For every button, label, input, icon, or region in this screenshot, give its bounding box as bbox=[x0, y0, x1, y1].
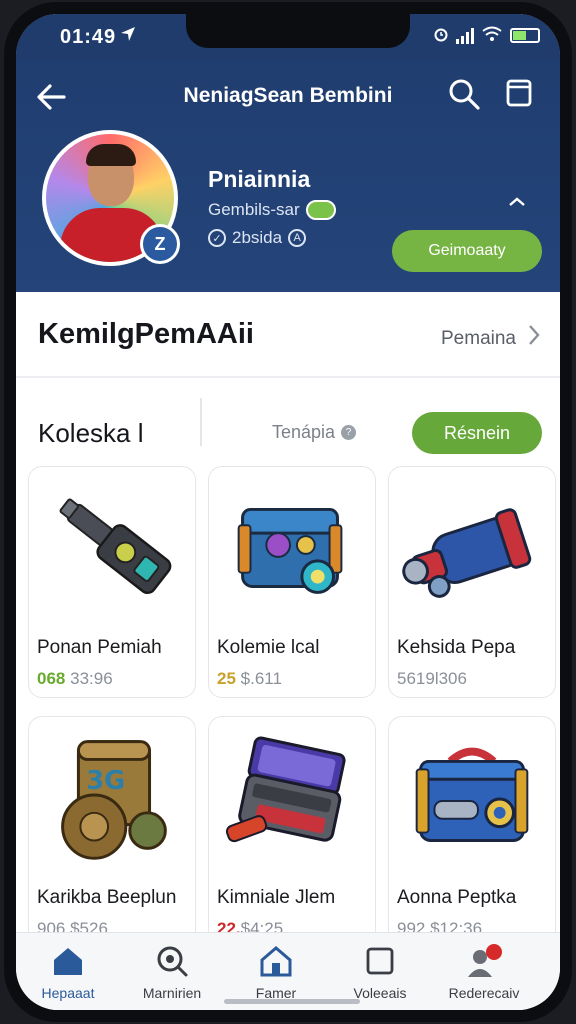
nav-item-home[interactable]: Hepaaat bbox=[16, 941, 120, 1001]
signal-icon bbox=[456, 27, 474, 44]
product-card[interactable]: Aonna Peptka 992 $12:36 bbox=[388, 716, 556, 948]
svg-text:3G: 3G bbox=[86, 766, 125, 796]
product-card[interactable]: 3G Karikba Beeplun 906 $526 bbox=[28, 716, 196, 948]
location-arrow-icon bbox=[120, 26, 136, 47]
profile-subtitle-row: Gembils-sar bbox=[208, 200, 336, 220]
bag-icon[interactable] bbox=[504, 78, 534, 108]
product-name: Aonna Peptka bbox=[397, 887, 517, 908]
price-value: 33:96 bbox=[70, 669, 113, 688]
product-name: Kehsida Pepa bbox=[397, 637, 516, 658]
help-icon: ? bbox=[341, 425, 357, 440]
product-card[interactable]: Kehsida Pepa 5619l306 bbox=[388, 466, 556, 698]
profile-meta: 2bsida bbox=[232, 228, 283, 247]
toolbox-icon bbox=[415, 747, 529, 842]
home-indicator[interactable] bbox=[224, 999, 360, 1004]
profile-meta-row: ✓ 2bsida A bbox=[208, 228, 307, 248]
profile-name: Pniainnia bbox=[208, 166, 311, 192]
product-card[interactable]: Kolemie lcal 25 $.611 bbox=[208, 466, 376, 698]
flashlight-icon bbox=[59, 498, 172, 595]
collection-filter-label: Tenápia bbox=[272, 422, 336, 442]
nav-label: Rederecaiv bbox=[448, 985, 520, 1001]
price-value: 5619l306 bbox=[397, 669, 467, 688]
nav-label: Hepaaat bbox=[41, 985, 95, 1001]
profile-notification-icon bbox=[432, 941, 536, 981]
product-name: Kimniale Jlem bbox=[217, 887, 336, 908]
nav-item-profile[interactable]: Rederecaiv bbox=[432, 941, 536, 1001]
clock-icon: ✓ bbox=[208, 229, 226, 247]
avatar-hair bbox=[86, 144, 136, 166]
profile-subtitle: Gembils-sar bbox=[208, 200, 300, 219]
bottom-nav: Hepaaat Marnirien Famer Voleeais Rederec… bbox=[16, 932, 560, 1010]
square-icon bbox=[328, 941, 432, 981]
home-icon bbox=[16, 941, 120, 981]
product-price: 25 $.611 bbox=[217, 669, 282, 689]
search-icon[interactable] bbox=[446, 76, 482, 112]
follow-button[interactable]: Geimoaaty bbox=[392, 230, 542, 272]
status-icons bbox=[434, 26, 540, 45]
chevron-right-icon bbox=[528, 324, 540, 353]
camera-notch bbox=[186, 14, 410, 48]
chevron-up-icon[interactable] bbox=[508, 194, 526, 212]
product-name: Karikba Beeplun bbox=[37, 887, 177, 908]
product-price: 5619l306 bbox=[397, 669, 467, 689]
product-name: Kolemie lcal bbox=[217, 637, 320, 658]
product-card[interactable]: Kimniale Jlem 22.$4:25 bbox=[208, 716, 376, 948]
nav-item-collection[interactable]: Voleeais bbox=[328, 941, 432, 1001]
chest-icon bbox=[225, 736, 346, 843]
price-highlight: 25 bbox=[217, 669, 236, 688]
house-icon bbox=[224, 941, 328, 981]
status-bar: 01:49 bbox=[16, 14, 560, 60]
badge-icon: A bbox=[288, 229, 307, 247]
price-highlight: 068 bbox=[37, 669, 66, 688]
chest-icon bbox=[237, 507, 343, 594]
collection-title: Koleska l bbox=[38, 418, 144, 448]
section-link-label: Pemaina bbox=[441, 327, 516, 349]
product-card[interactable]: Ponan Pemiah 068 33:96 bbox=[28, 466, 196, 698]
section-title: KemilgPemAAii bbox=[38, 318, 254, 350]
status-dot-icon bbox=[305, 200, 336, 220]
collection-header: Koleska l Tenápia ? Résnein bbox=[16, 378, 560, 464]
alarm-icon bbox=[434, 26, 448, 45]
collection-action-button[interactable]: Résnein bbox=[412, 412, 542, 454]
search-icon bbox=[120, 941, 224, 981]
avatar-badge[interactable]: Z bbox=[140, 224, 180, 264]
nav-item-farm[interactable]: Famer bbox=[224, 941, 328, 1001]
section-link[interactable]: Pemaina bbox=[441, 324, 540, 353]
divider bbox=[200, 398, 202, 446]
app-screen: NeniagSean Bembini Z Pniainnia Gembils-s… bbox=[16, 14, 560, 1010]
section-row[interactable]: KemilgPemAAii Pemaina bbox=[16, 292, 560, 378]
barrel-icon: 3G bbox=[61, 740, 167, 860]
wifi-icon bbox=[482, 26, 502, 45]
battery-icon bbox=[510, 28, 540, 43]
cannon-icon bbox=[402, 508, 532, 598]
product-price: 068 33:96 bbox=[37, 669, 113, 689]
nav-item-search[interactable]: Marnirien bbox=[120, 941, 224, 1001]
collection-filter[interactable]: Tenápia ? bbox=[272, 422, 357, 443]
nav-label: Marnirien bbox=[142, 985, 202, 1001]
phone-frame: NeniagSean Bembini Z Pniainnia Gembils-s… bbox=[4, 2, 572, 1022]
price-value: $.611 bbox=[240, 669, 282, 688]
product-name: Ponan Pemiah bbox=[37, 637, 162, 658]
status-time: 01:49 bbox=[60, 26, 117, 48]
